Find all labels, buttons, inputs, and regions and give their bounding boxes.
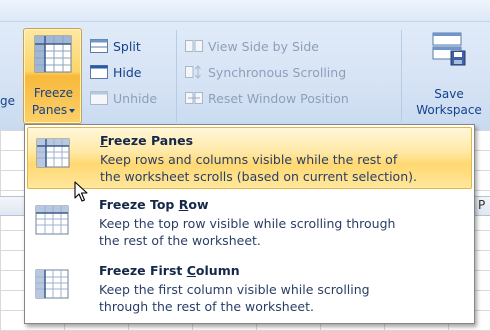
menu-item-freeze-top-row[interactable]: Freeze Top Row Keep the top row visible … [25, 191, 474, 255]
ribbon: ge Freeze Panes Split Hide Unhide View S… [0, 0, 490, 130]
synchronous-scrolling-button[interactable]: Synchronous Scrolling [185, 62, 346, 82]
save-workspace-label-line1: Save [434, 87, 464, 101]
view-side-by-side-label: View Side by Side [208, 38, 319, 54]
menu-item-freeze-first-column[interactable]: Freeze First Column Keep the first colum… [25, 257, 474, 321]
menu-item-description-line1: Keep the first column visible while scro… [99, 282, 370, 297]
hide-button[interactable]: Hide [90, 62, 142, 82]
reset-window-position-button[interactable]: Reset Window Position [185, 88, 349, 108]
mouse-pointer-icon [74, 181, 88, 202]
unhide-button[interactable]: Unhide [90, 88, 157, 108]
freeze-panes-dropdown-menu: Freeze Panes Keep rows and columns visib… [24, 124, 475, 324]
save-workspace-label-line2: Workspace [416, 103, 482, 117]
menu-item-title-post: reeze Panes [107, 133, 194, 148]
synchronous-scrolling-icon [185, 65, 201, 79]
split-icon [90, 39, 108, 53]
menu-item-title-pre: Freeze First [99, 263, 187, 278]
chevron-down-icon [69, 108, 76, 113]
group-separator [176, 30, 177, 122]
ribbon-tab-strip [0, 0, 490, 22]
menu-item-title: Freeze Top Row [99, 197, 209, 212]
freeze-top-row-icon [35, 205, 69, 235]
save-workspace-label: Save Workspace [408, 86, 490, 118]
save-workspace-button[interactable]: Save Workspace [408, 32, 490, 122]
split-label: Split [113, 38, 141, 54]
column-header-letter[interactable]: P [478, 198, 485, 212]
menu-item-title-pre: Freeze Top [99, 197, 179, 212]
menu-item-description-line2: the worksheet scrolls (based on current … [100, 169, 417, 184]
menu-item-description-line1: Keep rows and columns visible while the … [100, 152, 398, 167]
menu-item-description: Keep the top row visible while scrolling… [99, 215, 469, 249]
menu-item-description-line1: Keep the top row visible while scrolling… [99, 216, 396, 231]
reset-window-position-label: Reset Window Position [208, 90, 349, 106]
menu-item-description: Keep the first column visible while scro… [99, 281, 469, 315]
synchronous-scrolling-label: Synchronous Scrolling [208, 64, 347, 80]
partial-ribbon-label: ge [0, 94, 15, 108]
menu-item-title: Freeze First Column [99, 263, 240, 278]
menu-item-description: Keep rows and columns visible while the … [100, 151, 470, 185]
access-key-letter: R [178, 197, 189, 212]
freeze-panes-icon [34, 35, 72, 73]
menu-item-freeze-panes[interactable]: Freeze Panes Keep rows and columns visib… [27, 127, 472, 189]
menu-item-title: Freeze Panes [100, 133, 193, 148]
view-side-by-side-icon [185, 40, 203, 52]
freeze-panes-label-line2: Panes [24, 102, 83, 119]
menu-item-title-post: olumn [195, 263, 240, 278]
menu-item-description-line2: the rest of the worksheet. [99, 233, 261, 248]
split-button[interactable]: Split [90, 36, 141, 56]
view-side-by-side-button[interactable]: View Side by Side [185, 36, 319, 56]
menu-item-description-line2: through the rest of the worksheet. [99, 299, 314, 314]
freeze-panes-label-line1: Freeze [33, 86, 74, 100]
freeze-first-column-icon [35, 269, 69, 299]
access-key-letter: C [186, 263, 196, 278]
freeze-panes-button[interactable]: Freeze Panes [23, 28, 82, 124]
reset-window-position-icon [185, 92, 203, 104]
access-key-letter: F [100, 133, 108, 148]
menu-item-title-post: ow [188, 197, 209, 212]
freeze-panes-label-line2-text: Panes [31, 103, 68, 117]
unhide-label: Unhide [113, 90, 158, 106]
hide-label: Hide [113, 64, 142, 80]
freeze-panes-label: Freeze Panes [24, 85, 83, 119]
group-separator [401, 30, 402, 122]
unhide-icon [90, 91, 108, 105]
freeze-panes-icon [36, 138, 70, 168]
save-workspace-icon [432, 32, 466, 66]
hide-icon [90, 65, 108, 79]
